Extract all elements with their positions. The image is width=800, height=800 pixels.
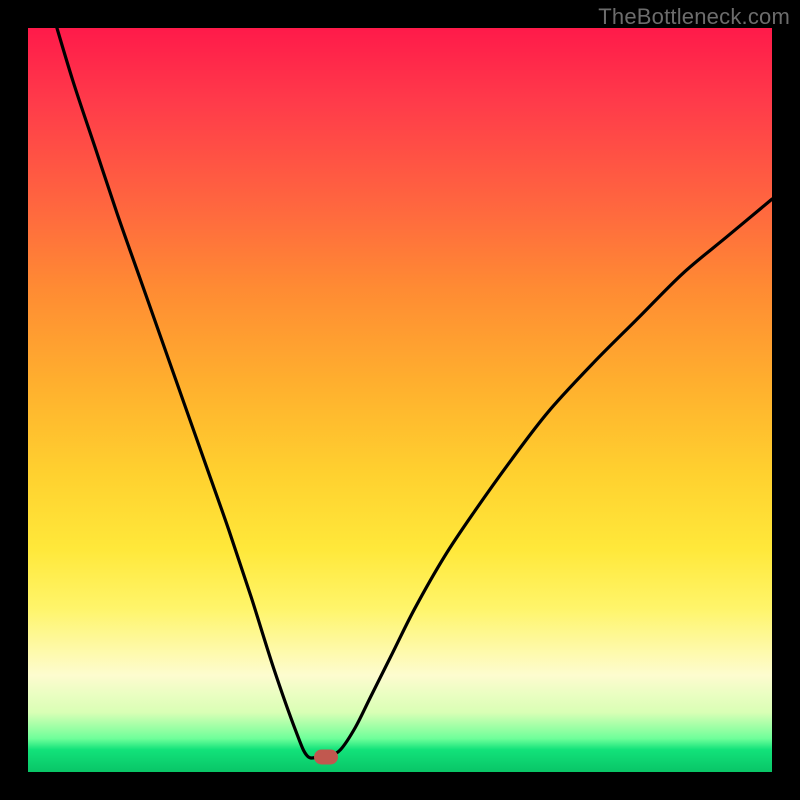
chart-frame: TheBottleneck.com	[0, 0, 800, 800]
chart-plot-area	[28, 28, 772, 772]
optimum-marker	[314, 750, 338, 765]
bottleneck-curve	[28, 28, 772, 772]
watermark-text: TheBottleneck.com	[598, 4, 790, 30]
